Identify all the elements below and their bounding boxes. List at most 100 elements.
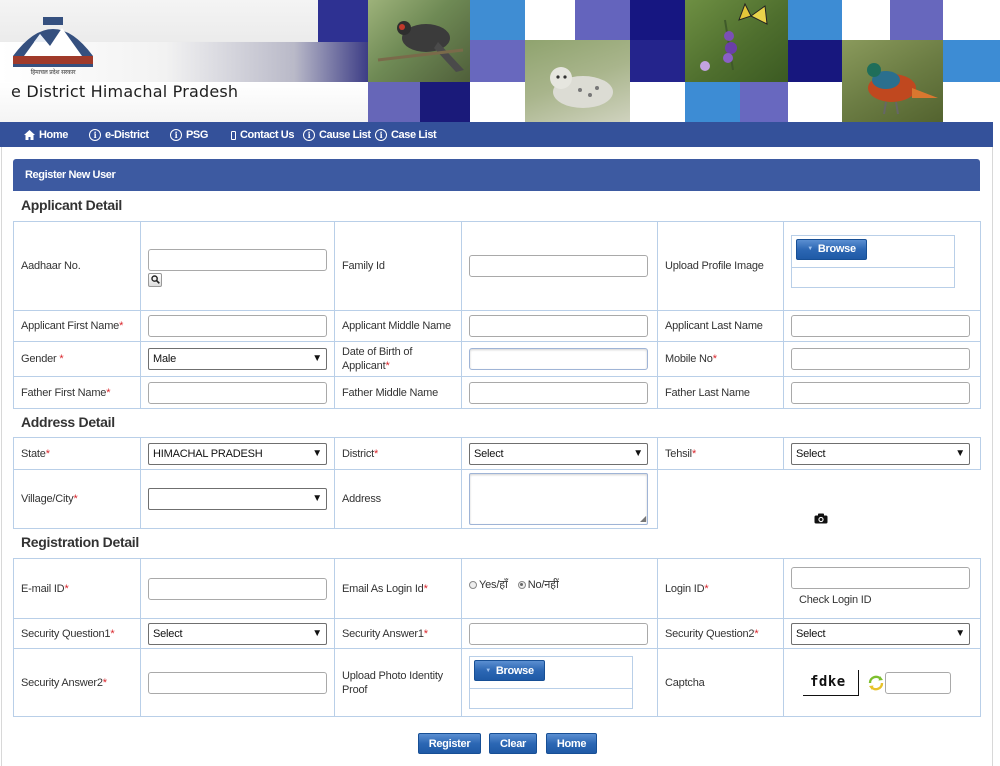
- himachal-emblem-icon: हिमाचल प्रदेश सरकार: [13, 17, 93, 76]
- address-label: Address: [334, 469, 462, 529]
- state-select[interactable]: HIMACHAL PRADESH ▼: [148, 442, 327, 465]
- email-login-radio-group: Yes/हाँ No/नहीं: [469, 577, 650, 592]
- mobile-input[interactable]: [791, 348, 970, 370]
- login-id-label: Login ID*: [657, 558, 784, 619]
- middle-name-input[interactable]: [469, 315, 648, 337]
- village-select[interactable]: ▼: [148, 488, 327, 510]
- home-button[interactable]: Home: [546, 733, 597, 754]
- first-name-input[interactable]: [148, 315, 327, 337]
- search-icon: [150, 275, 160, 285]
- gender-select[interactable]: Male ▼: [148, 348, 327, 370]
- security-q2-select[interactable]: Select ▼: [791, 622, 970, 645]
- gender-label: Gender *: [13, 341, 141, 377]
- header-banner: हिमाचल प्रदेश सरकार e District Himachal …: [0, 0, 1000, 122]
- last-name-input[interactable]: [791, 315, 970, 337]
- nav-cause-list[interactable]: i Cause List: [303, 127, 371, 143]
- identity-browse-button[interactable]: ▼ Browse: [474, 660, 545, 681]
- last-name-label: Applicant Last Name: [657, 310, 784, 342]
- email-label: E-mail ID*: [13, 558, 141, 619]
- email-login-yes-radio[interactable]: Yes/हाँ: [469, 577, 508, 592]
- aadhaar-label: Aadhaar No.: [13, 221, 141, 311]
- site-title: e District Himachal Pradesh: [11, 82, 239, 101]
- register-button[interactable]: Register: [418, 733, 481, 754]
- email-input[interactable]: [148, 577, 327, 600]
- nav-e-district-label: e-District: [105, 129, 149, 141]
- captcha-input[interactable]: [885, 671, 951, 694]
- nav-contact-us-label: Contact Us: [240, 129, 295, 141]
- district-label: District*: [334, 437, 462, 470]
- dropdown-arrow-icon: ▼: [312, 627, 322, 639]
- dropdown-arrow-icon: ▼: [312, 447, 322, 459]
- nav-contact-us[interactable]: Contact Us: [231, 127, 294, 143]
- butterfly-flower-photo: [685, 0, 788, 82]
- info-icon: i: [303, 129, 315, 141]
- first-name-label: Applicant First Name*: [13, 310, 141, 342]
- snow-leopard-photo: [525, 40, 630, 122]
- dropdown-arrow-icon: ▼: [312, 493, 322, 504]
- dob-input[interactable]: [469, 348, 648, 370]
- triangle-down-icon: ▼: [485, 667, 491, 674]
- captcha-label: Captcha: [657, 648, 784, 717]
- home-icon: [24, 130, 35, 140]
- district-select[interactable]: Select ▼: [469, 442, 648, 465]
- security-a2-label: Security Answer2*: [13, 648, 141, 717]
- main-nav-bar: Home i e-District i PSG Contact Us i Cau…: [0, 122, 993, 147]
- refresh-icon[interactable]: [867, 674, 885, 692]
- resize-grip-icon[interactable]: ◢: [640, 515, 646, 523]
- father-middle-label: Father Middle Name: [334, 376, 462, 409]
- father-middle-input[interactable]: [469, 381, 648, 404]
- clear-button[interactable]: Clear: [489, 733, 537, 754]
- radio-circle-icon: [469, 580, 477, 589]
- upload-profile-label: Upload Profile Image: [657, 221, 784, 311]
- nav-home-label: Home: [39, 129, 68, 141]
- tehsil-label: Tehsil*: [657, 437, 784, 470]
- address-textarea[interactable]: ◢: [469, 473, 648, 525]
- nav-case-list-label: Case List: [391, 129, 437, 141]
- family-id-input[interactable]: [469, 255, 648, 277]
- nav-psg-label: PSG: [186, 129, 209, 141]
- info-icon: i: [170, 129, 182, 141]
- dropdown-arrow-icon: ▼: [955, 627, 965, 639]
- nav-home[interactable]: Home: [24, 127, 68, 143]
- upload-identity-label: Upload Photo Identity Proof: [334, 648, 462, 717]
- registration-section-title: Registration Detail: [21, 534, 139, 550]
- svg-text:हिमाचल प्रदेश सरकार: हिमाचल प्रदेश सरकार: [31, 68, 77, 76]
- father-last-input[interactable]: [791, 381, 970, 404]
- family-id-label: Family Id: [334, 221, 462, 311]
- info-icon: i: [89, 129, 101, 141]
- address-section-title: Address Detail: [21, 414, 115, 430]
- aadhaar-search-button[interactable]: [148, 272, 162, 287]
- tehsil-select[interactable]: Select ▼: [791, 442, 970, 465]
- radio-circle-icon: [517, 580, 526, 589]
- monal-bird-photo: [842, 40, 943, 122]
- captcha-image: fdke: [803, 669, 859, 696]
- login-id-input[interactable]: [791, 567, 970, 589]
- father-first-label: Father First Name*: [13, 376, 141, 409]
- profile-browse-button[interactable]: ▼ Browse: [796, 238, 867, 260]
- aadhaar-input[interactable]: [148, 248, 327, 271]
- nav-psg[interactable]: i PSG: [170, 127, 208, 143]
- check-login-id-link[interactable]: Check Login ID: [791, 594, 973, 606]
- phone-icon: [231, 130, 236, 140]
- info-icon: i: [375, 129, 387, 141]
- nav-e-district[interactable]: i e-District: [89, 127, 149, 143]
- nav-cause-list-label: Cause List: [319, 129, 371, 141]
- dropdown-arrow-icon: ▼: [312, 353, 322, 364]
- panel-title: Register New User: [13, 159, 980, 191]
- dropdown-arrow-icon: ▼: [633, 447, 643, 459]
- security-q2-label: Security Question2*: [657, 618, 784, 649]
- identity-proof-upload-box: ▼ Browse: [469, 656, 633, 709]
- registration-detail-table: E-mail ID* Email As Login Id* Yes/हाँ No…: [13, 558, 981, 717]
- security-q1-select[interactable]: Select ▼: [148, 622, 327, 645]
- pheasant-photo: [368, 0, 470, 82]
- address-detail-table: State* HIMACHAL PRADESH ▼ District* Selec…: [13, 437, 981, 529]
- nav-case-list[interactable]: i Case List: [375, 127, 437, 143]
- captcha-group: fdke: [791, 669, 973, 696]
- father-last-label: Father Last Name: [657, 376, 784, 409]
- applicant-detail-table: Aadhaar No. Family Id Upload Profile Ima…: [13, 221, 981, 523]
- father-first-input[interactable]: [148, 381, 327, 404]
- email-login-no-radio[interactable]: No/नहीं: [517, 577, 559, 592]
- security-a1-input[interactable]: [469, 622, 648, 645]
- dropdown-arrow-icon: ▼: [955, 447, 965, 459]
- security-a2-input[interactable]: [148, 671, 327, 694]
